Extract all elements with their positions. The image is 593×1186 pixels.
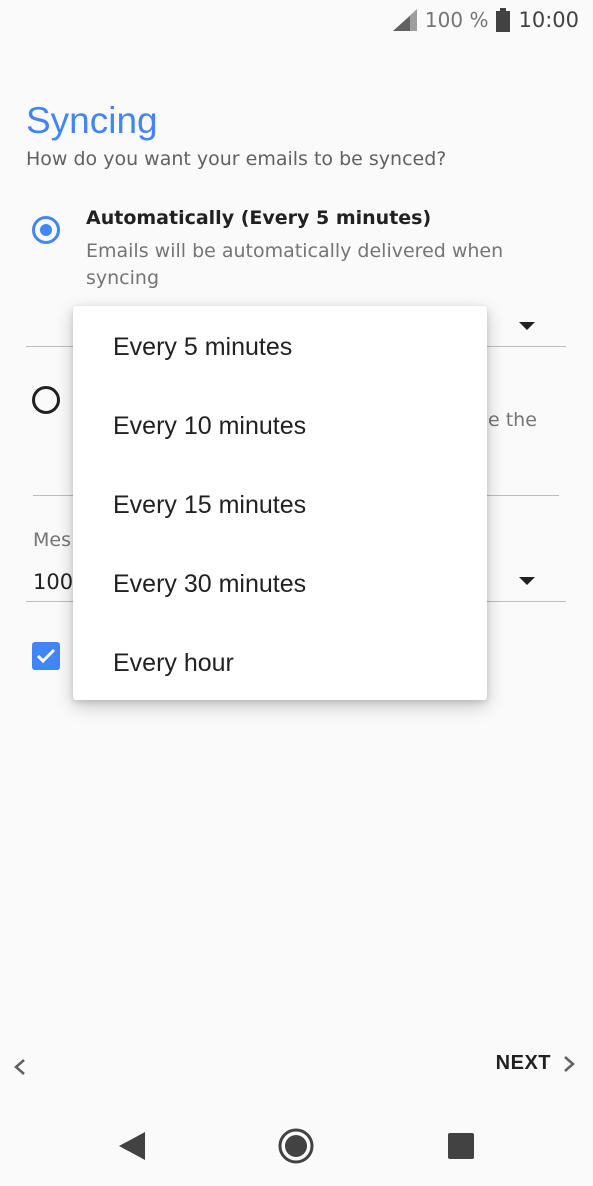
menu-item-every-hour[interactable]: Every hour (113, 624, 234, 703)
interval-dropdown-caret[interactable] (519, 322, 535, 330)
menu-item-every-5-minutes[interactable]: Every 5 minutes (113, 308, 292, 387)
sync-interval-menu: Every 5 minutes Every 10 minutes Every 1… (73, 306, 487, 700)
check-icon (36, 648, 56, 664)
page-subtitle: How do you want your emails to be synced… (26, 148, 447, 170)
next-button-label: NEXT (495, 1052, 551, 1074)
system-navigation-bar (0, 1106, 593, 1186)
status-bar: 100 % 10:00 (0, 0, 593, 40)
nav-recents-icon[interactable] (448, 1133, 474, 1159)
radio-manual[interactable] (32, 386, 60, 414)
option-manual-description-fragment: e the (488, 409, 537, 431)
chevron-right-icon (564, 1055, 575, 1072)
menu-item-every-30-minutes[interactable]: Every 30 minutes (113, 545, 306, 624)
nav-home-icon[interactable] (277, 1127, 315, 1165)
messages-label-fragment: Mes (33, 529, 71, 551)
battery-percentage: 100 % (424, 8, 489, 32)
radio-automatically[interactable] (32, 216, 60, 244)
nav-back-icon[interactable] (117, 1130, 147, 1162)
next-button[interactable]: NEXT (496, 1052, 577, 1075)
menu-item-every-10-minutes[interactable]: Every 10 minutes (113, 387, 306, 466)
messages-dropdown-caret[interactable] (519, 577, 535, 585)
signal-icon (392, 9, 417, 31)
status-time: 10:00 (518, 8, 579, 32)
battery-icon (496, 8, 511, 32)
sync-checkbox[interactable] (32, 642, 60, 670)
option-automatically-description: Emails will be automatically delivered w… (86, 240, 504, 289)
messages-value-fragment: 100 (33, 570, 74, 594)
status-icons: 100 % 10:00 (392, 6, 579, 34)
page-title: Syncing (26, 100, 158, 141)
option-automatically-title[interactable]: Automatically (Every 5 minutes) (86, 207, 431, 229)
back-chevron-icon[interactable] (10, 1056, 32, 1078)
menu-item-every-15-minutes[interactable]: Every 15 minutes (113, 466, 306, 545)
